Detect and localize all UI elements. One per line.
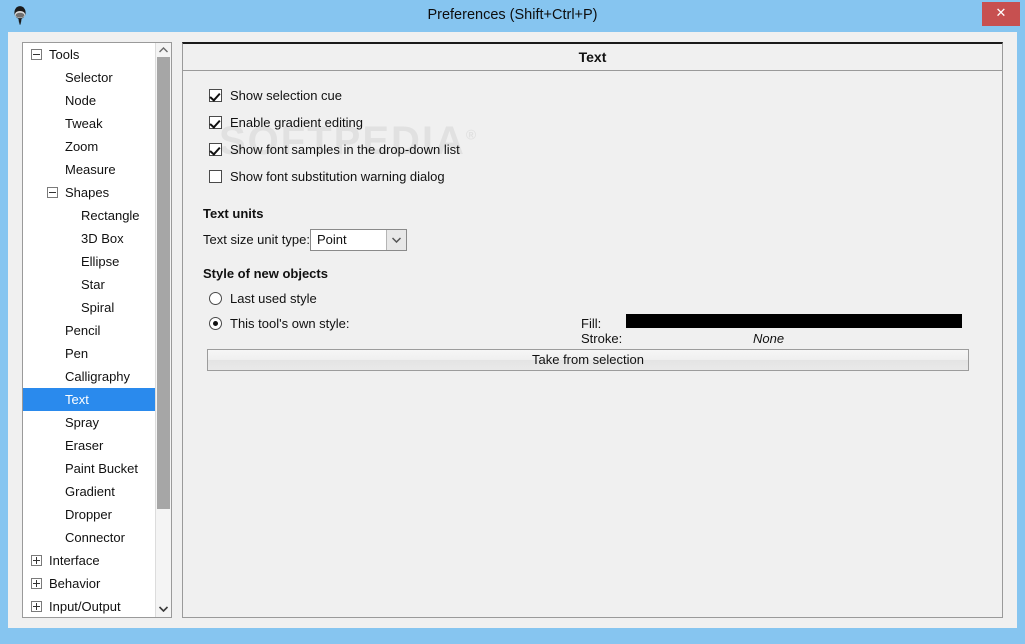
radio-label: This tool's own style: bbox=[230, 316, 350, 331]
sidebar-item-label: Interface bbox=[49, 553, 100, 568]
sidebar-item-label: Star bbox=[81, 277, 105, 292]
sidebar-item-calligraphy[interactable]: Calligraphy bbox=[23, 365, 156, 388]
sidebar-item-spray[interactable]: Spray bbox=[23, 411, 156, 434]
dropdown-selected-value: Point bbox=[317, 232, 347, 247]
take-from-selection-button[interactable]: Take from selection bbox=[207, 349, 969, 371]
expand-icon[interactable] bbox=[31, 601, 42, 612]
watermark-registered-mark: ® bbox=[465, 126, 479, 143]
checkbox-box[interactable] bbox=[209, 116, 222, 129]
dialog-client-area: Tools Selector Node Tweak Zoom Measure Shapes R… bbox=[8, 32, 1017, 628]
sidebar-item-label: Pencil bbox=[65, 323, 101, 338]
expand-icon[interactable] bbox=[31, 555, 42, 566]
sidebar-item-input-output[interactable]: Input/Output bbox=[23, 595, 156, 617]
window-title: Preferences (Shift+Ctrl+P) bbox=[427, 7, 598, 23]
sidebar-item-label: Spray bbox=[65, 415, 99, 430]
text-size-unit-dropdown[interactable]: Point bbox=[310, 229, 407, 251]
sidebar-scrollbar[interactable] bbox=[155, 43, 171, 617]
sidebar-item-node[interactable]: Node bbox=[23, 89, 156, 112]
sidebar-item-label: Paint Bucket bbox=[65, 461, 138, 476]
sidebar-item-measure[interactable]: Measure bbox=[23, 158, 156, 181]
radio-button[interactable] bbox=[209, 292, 222, 305]
sidebar-item-dropper[interactable]: Dropper bbox=[23, 503, 156, 526]
sidebar-item-selector[interactable]: Selector bbox=[23, 66, 156, 89]
sidebar-item-label: Pen bbox=[65, 346, 89, 361]
sidebar-item-label: Calligraphy bbox=[65, 369, 131, 384]
sidebar-item-connector[interactable]: Connector bbox=[23, 526, 156, 549]
close-button[interactable]: ✕ bbox=[982, 2, 1020, 26]
sidebar-item-label: Measure bbox=[65, 162, 116, 177]
chevron-down-icon[interactable] bbox=[386, 230, 406, 250]
collapse-icon[interactable] bbox=[47, 187, 58, 198]
sidebar-item-label: 3D Box bbox=[81, 231, 124, 246]
section-title-style-of-new-objects: Style of new objects bbox=[203, 266, 328, 281]
sidebar-item-label: Tools bbox=[49, 47, 80, 62]
sidebar-item-star[interactable]: Star bbox=[23, 273, 156, 296]
sidebar-item-label: Eraser bbox=[65, 438, 104, 453]
radio-label: Last used style bbox=[230, 291, 317, 306]
page-title: Text bbox=[183, 44, 1002, 71]
sidebar-item-label: Text bbox=[65, 392, 89, 407]
sidebar-item-zoom[interactable]: Zoom bbox=[23, 135, 156, 158]
sidebar-item-label: Behavior bbox=[49, 576, 101, 591]
sidebar-item-tweak[interactable]: Tweak bbox=[23, 112, 156, 135]
fill-color-swatch[interactable] bbox=[626, 314, 962, 328]
sidebar-item-gradient[interactable]: Gradient bbox=[23, 480, 156, 503]
sidebar-item-label: Node bbox=[65, 93, 97, 108]
label-stroke: Stroke: bbox=[581, 331, 623, 346]
stroke-value[interactable]: None bbox=[753, 331, 784, 346]
sidebar-item-label: Spiral bbox=[81, 300, 115, 315]
sidebar-item-label: Tweak bbox=[65, 116, 103, 131]
checkbox-label: Show selection cue bbox=[230, 88, 343, 103]
sidebar-item-label: Shapes bbox=[65, 185, 110, 200]
sidebar-item-label: Selector bbox=[65, 70, 113, 85]
sidebar-item-label: Input/Output bbox=[49, 599, 121, 614]
tree-rows-container: Tools Selector Node Tweak Zoom Measure Shapes R… bbox=[23, 43, 156, 617]
sidebar-item-label: Ellipse bbox=[81, 254, 120, 269]
sidebar-item-eraser[interactable]: Eraser bbox=[23, 434, 156, 457]
sidebar-item-interface[interactable]: Interface bbox=[23, 549, 156, 572]
sidebar-item-label: Zoom bbox=[65, 139, 99, 154]
sidebar-item-label: Rectangle bbox=[81, 208, 140, 223]
expand-icon[interactable] bbox=[31, 578, 42, 589]
scrollbar-thumb[interactable] bbox=[157, 57, 170, 509]
preferences-category-tree[interactable]: Tools Selector Node Tweak Zoom Measure Shapes R… bbox=[22, 42, 172, 618]
sidebar-item-3d-box[interactable]: 3D Box bbox=[23, 227, 156, 250]
checkbox-label: Enable gradient editing bbox=[230, 115, 363, 130]
sidebar-item-label: Dropper bbox=[65, 507, 112, 522]
sidebar-item-pen[interactable]: Pen bbox=[23, 342, 156, 365]
checkbox-label: Show font substitution warning dialog bbox=[230, 169, 445, 184]
sidebar-item-spiral[interactable]: Spiral bbox=[23, 296, 156, 319]
collapse-icon[interactable] bbox=[31, 49, 42, 60]
sidebar-item-pencil[interactable]: Pencil bbox=[23, 319, 156, 342]
sidebar-item-paint-bucket[interactable]: Paint Bucket bbox=[23, 457, 156, 480]
chevron-up-icon[interactable] bbox=[156, 43, 171, 58]
label-text-size-unit-type: Text size unit type: bbox=[203, 232, 310, 247]
checkbox-box[interactable] bbox=[209, 143, 222, 156]
sidebar-item-shapes[interactable]: Shapes bbox=[23, 181, 156, 204]
sidebar-item-rectangle[interactable]: Rectangle bbox=[23, 204, 156, 227]
checkbox-label: Show font samples in the drop-down list bbox=[230, 142, 460, 157]
sidebar-item-label: Gradient bbox=[65, 484, 115, 499]
chevron-down-icon[interactable] bbox=[156, 602, 171, 617]
sidebar-item-behavior[interactable]: Behavior bbox=[23, 572, 156, 595]
sidebar-item-text[interactable]: Text bbox=[23, 388, 156, 411]
label-fill: Fill: bbox=[581, 316, 602, 331]
checkbox-box[interactable] bbox=[209, 170, 222, 183]
checkbox-box[interactable] bbox=[209, 89, 222, 102]
sidebar-item-label: Connector bbox=[65, 530, 125, 545]
preferences-window: Preferences (Shift+Ctrl+P) ✕ Tools Select… bbox=[0, 0, 1025, 644]
settings-panel: Text SOFTPEDIA® Show selection cue Enabl… bbox=[182, 42, 1003, 618]
radio-button[interactable] bbox=[209, 317, 222, 330]
sidebar-item-tools[interactable]: Tools bbox=[23, 43, 156, 66]
sidebar-item-ellipse[interactable]: Ellipse bbox=[23, 250, 156, 273]
title-bar: Preferences (Shift+Ctrl+P) ✕ bbox=[0, 0, 1025, 30]
section-title-text-units: Text units bbox=[203, 206, 264, 221]
